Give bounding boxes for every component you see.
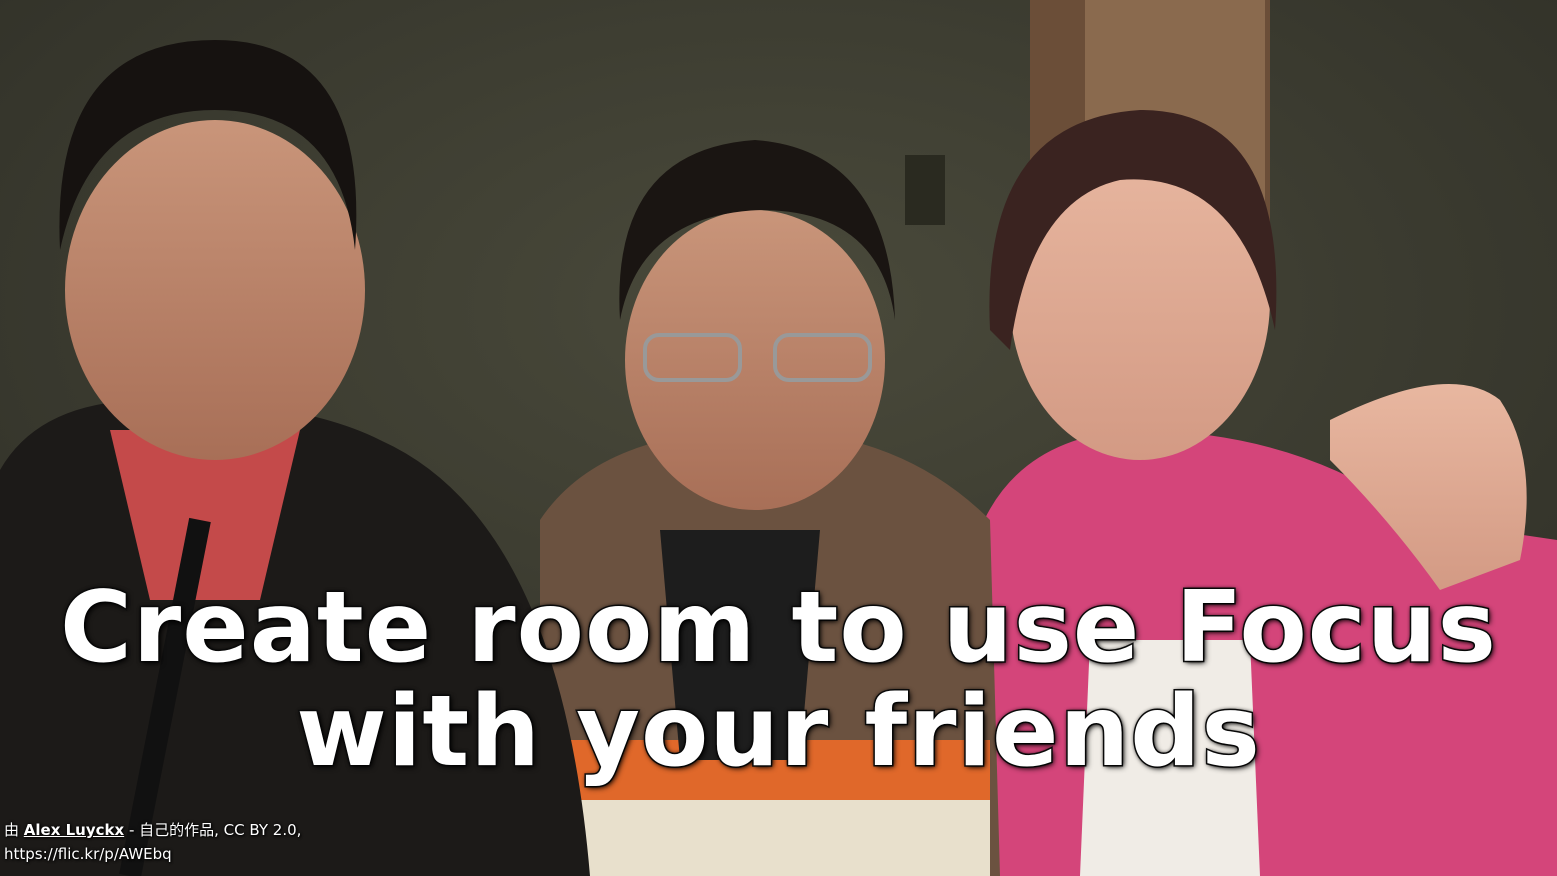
- man-middle-face: [625, 210, 885, 510]
- credit-url[interactable]: https://flic.kr/p/AWEbq: [4, 842, 301, 866]
- credit-author-link[interactable]: Alex Luyckx: [24, 821, 124, 839]
- credit-line-1: 由 Alex Luyckx - 自己的作品, CC BY 2.0,: [4, 818, 301, 842]
- wall-lamp: [905, 155, 945, 225]
- caption-line-1: Create room to use Focus: [59, 571, 1498, 685]
- man-left-face: [65, 120, 365, 460]
- credit-prefix: 由: [4, 821, 24, 839]
- slide-caption: Create room to use Focus with your frien…: [0, 571, 1557, 789]
- caption-line-2: with your friends: [295, 675, 1262, 789]
- photo-credit: 由 Alex Luyckx - 自己的作品, CC BY 2.0, https:…: [4, 818, 301, 866]
- slide: Create room to use Focus with your frien…: [0, 0, 1557, 876]
- credit-license: - 自己的作品, CC BY 2.0,: [124, 821, 302, 839]
